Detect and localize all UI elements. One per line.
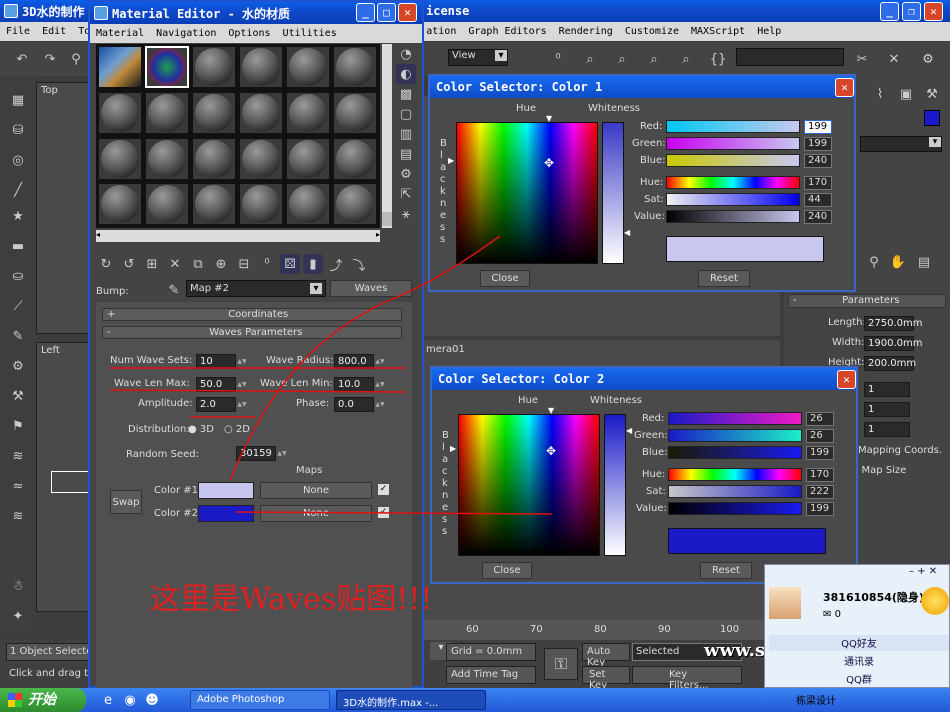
windows-logo-icon [8, 693, 22, 707]
qq-group-name[interactable]: 栋梁设计 [796, 692, 836, 707]
annotation-text: 这里是Waves贴图!!! [150, 582, 433, 617]
ie-icon[interactable]: e [98, 690, 118, 710]
qq-panel: – + ✕ 381610854(隐身) ✉ 0 QQ好友 通讯录 QQ群 [764, 564, 950, 688]
qq-friends-tab[interactable]: QQ好友 [769, 635, 949, 651]
arrow-to-color-2 [235, 511, 553, 515]
qq-window-controls[interactable]: – + ✕ [909, 566, 937, 577]
qq-contacts-tab[interactable]: 通讯录 [769, 653, 949, 669]
task-3dsmax[interactable]: 3D水的制作.max -... [336, 690, 486, 710]
arrow-to-color-1 [229, 235, 501, 481]
qq-mail[interactable]: ✉ 0 [823, 609, 841, 620]
qq-tray-icon[interactable]: ☻ [142, 690, 162, 710]
media-icon[interactable]: ◉ [120, 690, 140, 710]
qq-id: 381610854(隐身) [823, 591, 924, 604]
qq-group-tab[interactable]: QQ群 [769, 671, 949, 687]
task-photoshop[interactable]: Adobe Photoshop [190, 690, 330, 710]
avatar[interactable] [769, 587, 801, 619]
sun-icon [921, 587, 949, 615]
underline-wave-len [109, 389, 407, 393]
